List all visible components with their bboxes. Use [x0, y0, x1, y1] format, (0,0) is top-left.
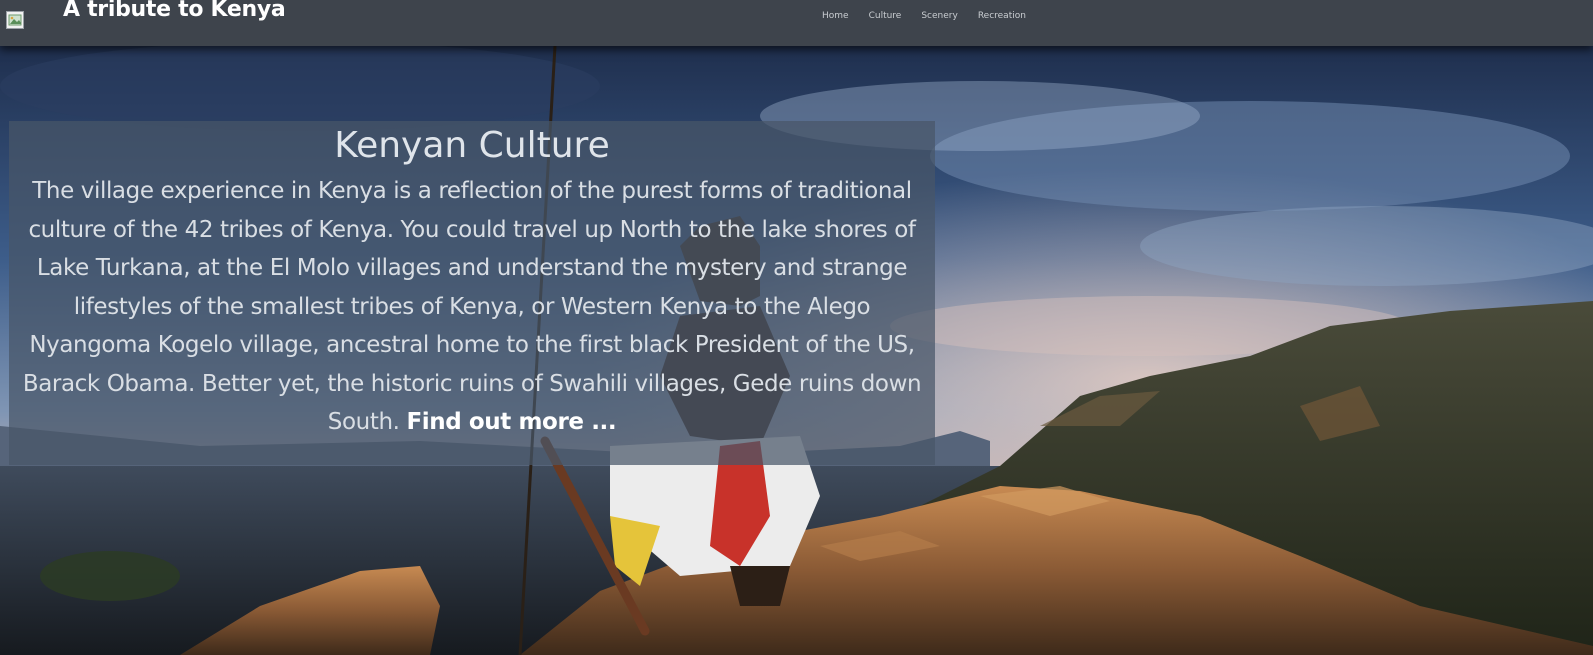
culture-body-text: The village experience in Kenya is a ref… — [22, 178, 922, 435]
main-nav: Home Culture Scenery Recreation — [822, 11, 1046, 21]
culture-panel: Kenyan Culture The village experience in… — [9, 121, 935, 465]
nav-link-recreation[interactable]: Recreation — [978, 11, 1026, 21]
find-out-more-link[interactable]: Find out more ... — [406, 409, 616, 435]
site-title: A tribute to Kenya — [63, 0, 286, 22]
nav-link-scenery[interactable]: Scenery — [921, 11, 957, 21]
culture-description: The village experience in Kenya is a ref… — [19, 172, 925, 442]
culture-heading: Kenyan Culture — [334, 125, 610, 166]
nav-link-culture[interactable]: Culture — [869, 11, 902, 21]
nav-link-home[interactable]: Home — [822, 11, 849, 21]
site-header: A tribute to Kenya Home Culture Scenery … — [0, 0, 1593, 46]
broken-image-icon[interactable] — [6, 11, 24, 29]
hero-background-image: Kenyan Culture The village experience in… — [0, 46, 1593, 655]
